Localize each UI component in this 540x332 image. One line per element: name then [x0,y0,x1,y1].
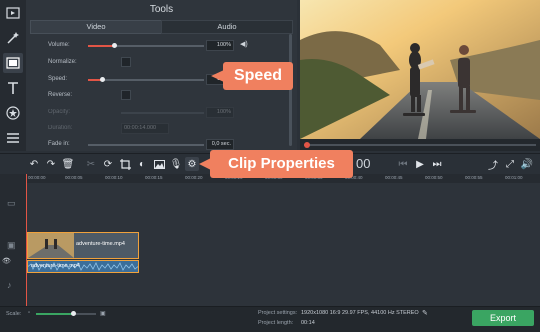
ruler-tick: 00:00:55 [465,175,483,180]
microphone-icon[interactable]: 🎙 [169,157,183,171]
preview-scrubber-knob[interactable] [304,142,310,148]
crop-icon[interactable] [118,157,132,171]
image-icon[interactable] [152,157,166,171]
tab-audio[interactable]: Audio [161,20,293,34]
color-adjust-icon[interactable]: ◐ [135,157,149,171]
menu-list-icon[interactable] [3,128,23,148]
fade-in-slider[interactable] [88,144,204,146]
cut-icon[interactable]: ✂ [84,157,98,171]
tools-scrollbar[interactable] [289,34,292,146]
edit-pencil-icon[interactable]: ✎ [422,309,428,317]
speed-callout: Speed [223,62,293,90]
tools-title: Tools [149,4,174,15]
speaker-icon[interactable]: ◀) [240,40,248,48]
video-clip[interactable]: adventure-time.mp4 [27,232,139,259]
left-toolbar [0,0,27,151]
speed-label: Speed: [48,76,68,82]
skip-forward-icon[interactable]: ⏭ [430,157,444,171]
ruler-tick: 00:00:20 [185,175,203,180]
volume-slider-fill [88,45,114,47]
clip-properties-panel-icon[interactable] [3,53,23,73]
skip-back-icon[interactable]: ⏮ [396,157,410,171]
audio-clip-name: adventure-time.mp4 [31,263,80,269]
project-settings-value: 1920x1080 16:9 29.97 FPS, 44100 Hz STERE… [301,310,419,316]
speed-callout-pointer [211,70,224,82]
gear-icon[interactable]: ⚙ [185,157,199,171]
video-track-icon: ▣ [7,240,16,250]
undo-icon[interactable]: ↶ [27,157,41,171]
delete-icon[interactable]: 🗑 [61,157,75,171]
zoom-in-icon[interactable]: ▣ [100,310,106,317]
volume-slider-knob[interactable] [112,43,117,48]
ruler-tick: 00:00:15 [145,175,163,180]
reverse-checkbox[interactable] [121,90,131,100]
speed-slider-knob[interactable] [100,77,105,82]
clip-properties-callout: Clip Properties [210,150,353,178]
project-settings-label: Project settings: [258,310,298,316]
volume-icon[interactable]: 🔊 [520,157,534,171]
tab-video[interactable]: Video [30,20,162,34]
fullscreen-icon[interactable]: ⤢ [503,157,517,171]
opacity-label: Opacity: [48,109,71,115]
clip-properties-callout-pointer [199,158,211,170]
zoom-out-icon[interactable]: ▫ [28,310,30,316]
normalize-label: Normalize: [48,59,77,65]
duration-label: Duration: [48,125,73,131]
project-length-value: 00:14 [301,320,315,326]
scale-label: Scale: [6,311,22,317]
stickers-icon[interactable] [3,103,23,123]
music-track-icon: ♪ [7,280,12,290]
magic-wand-icon[interactable] [3,28,23,48]
opacity-value[interactable]: 100% [206,107,234,118]
export-frame-icon[interactable]: ⤴ [486,157,500,172]
playhead[interactable] [26,174,27,306]
volume-label: Volume: [48,42,70,48]
overlay-track-icon: ▭ [7,198,16,208]
video-preview [300,0,540,139]
opacity-slider[interactable] [121,112,204,114]
rotate-icon[interactable]: ⟳ [101,157,115,171]
audio-clip[interactable]: adventure-time.mp4 [27,260,139,273]
play-icon[interactable]: ▶ [413,157,427,171]
bottom-bar: Scale: ▫ ▣ Project settings: 1920x1080 1… [0,306,540,332]
fade-in-label: Fade in: [48,141,70,147]
ruler-tick: 00:00:45 [385,175,403,180]
fade-in-value[interactable]: 0,0 sec. [206,139,234,150]
timecode-display: 00 [356,156,371,171]
ruler-tick: 00:00:10 [105,175,123,180]
redo-icon[interactable]: ↷ [44,157,58,171]
titles-icon[interactable] [3,78,23,98]
import-media-icon[interactable] [3,3,23,23]
scale-slider-knob[interactable] [71,311,76,316]
ruler-tick: 00:00:05 [65,175,83,180]
normalize-checkbox[interactable] [121,57,131,67]
ruler-tick: 00:01:00 [505,175,523,180]
speed-slider[interactable] [88,79,204,81]
duration-value[interactable]: 00:00:14.000 [121,123,169,134]
scale-slider-fill [36,313,73,315]
export-button[interactable]: Export [472,310,534,326]
volume-value[interactable]: 100% [206,40,234,51]
track-headers: ▭ ▣ 👁 ♪ [0,174,27,306]
project-length-label: Project length: [258,320,294,326]
track-visibility-icon[interactable]: 👁 [2,257,11,265]
ruler-tick: 00:00:50 [425,175,443,180]
reverse-label: Reverse: [48,92,73,98]
ruler-tick: 00:00:00 [28,175,46,180]
video-clip-name: adventure-time.mp4 [76,241,125,247]
